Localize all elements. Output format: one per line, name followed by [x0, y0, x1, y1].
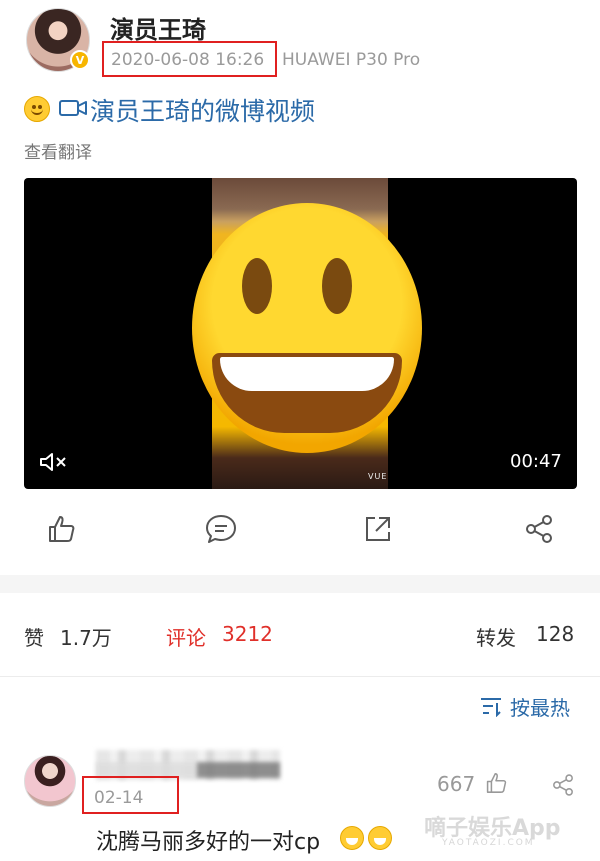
comments-tab-label[interactable]: 评论: [166, 622, 206, 651]
laughing-emoji-icon: [340, 826, 364, 850]
post-text-link[interactable]: 演员王琦的微博视频: [90, 92, 315, 128]
comment-like-count: 667: [437, 772, 476, 796]
post-action-bar: [0, 500, 600, 562]
author-name[interactable]: 演员王琦: [110, 10, 206, 45]
section-divider: [0, 575, 600, 593]
emoji-face-overlay: [192, 203, 422, 453]
comment-date: 02-14: [94, 788, 144, 808]
mute-icon[interactable]: [38, 450, 68, 474]
video-player[interactable]: VUE 00:47: [24, 178, 577, 489]
post-timestamp: 2020-06-08 16:26: [111, 50, 265, 70]
emoji-eye-right: [322, 258, 352, 314]
comment-icon[interactable]: [204, 512, 238, 546]
video-camera-icon: [59, 100, 87, 116]
translate-link[interactable]: 查看翻译: [24, 138, 92, 163]
video-duration: 00:47: [510, 451, 562, 472]
emoji-mouth: [212, 353, 402, 433]
commenter-avatar[interactable]: [24, 755, 76, 807]
laughing-emoji-icon: [368, 826, 392, 850]
sort-icon[interactable]: [479, 695, 503, 717]
emoji-teeth: [220, 357, 394, 391]
emoji-eye-left: [242, 258, 272, 314]
comment-share-icon[interactable]: [550, 772, 576, 798]
reposts-tab-label[interactable]: 转发: [476, 622, 516, 651]
likes-tab-label[interactable]: 赞: [24, 622, 44, 651]
video-frame: VUE: [192, 178, 422, 489]
comment-like-icon[interactable]: [483, 770, 509, 796]
comments-tab-count[interactable]: 3212: [222, 622, 273, 646]
comment-text: 沈腾马丽多好的一对cp: [96, 830, 321, 855]
sort-by-hot-button[interactable]: 按最热: [510, 692, 570, 721]
like-icon[interactable]: [44, 512, 78, 546]
repost-icon[interactable]: [361, 512, 395, 546]
share-icon[interactable]: [522, 512, 556, 546]
likes-tab-count[interactable]: 1.7万: [60, 622, 112, 651]
verified-badge: V: [70, 50, 90, 70]
video-watermark: VUE: [368, 472, 388, 481]
stats-divider: [0, 676, 600, 677]
post-device: HUAWEI P30 Pro: [282, 50, 421, 70]
reposts-tab-count[interactable]: 128: [536, 622, 574, 646]
site-watermark-sub: YAOTAOZI.COM: [442, 838, 535, 848]
